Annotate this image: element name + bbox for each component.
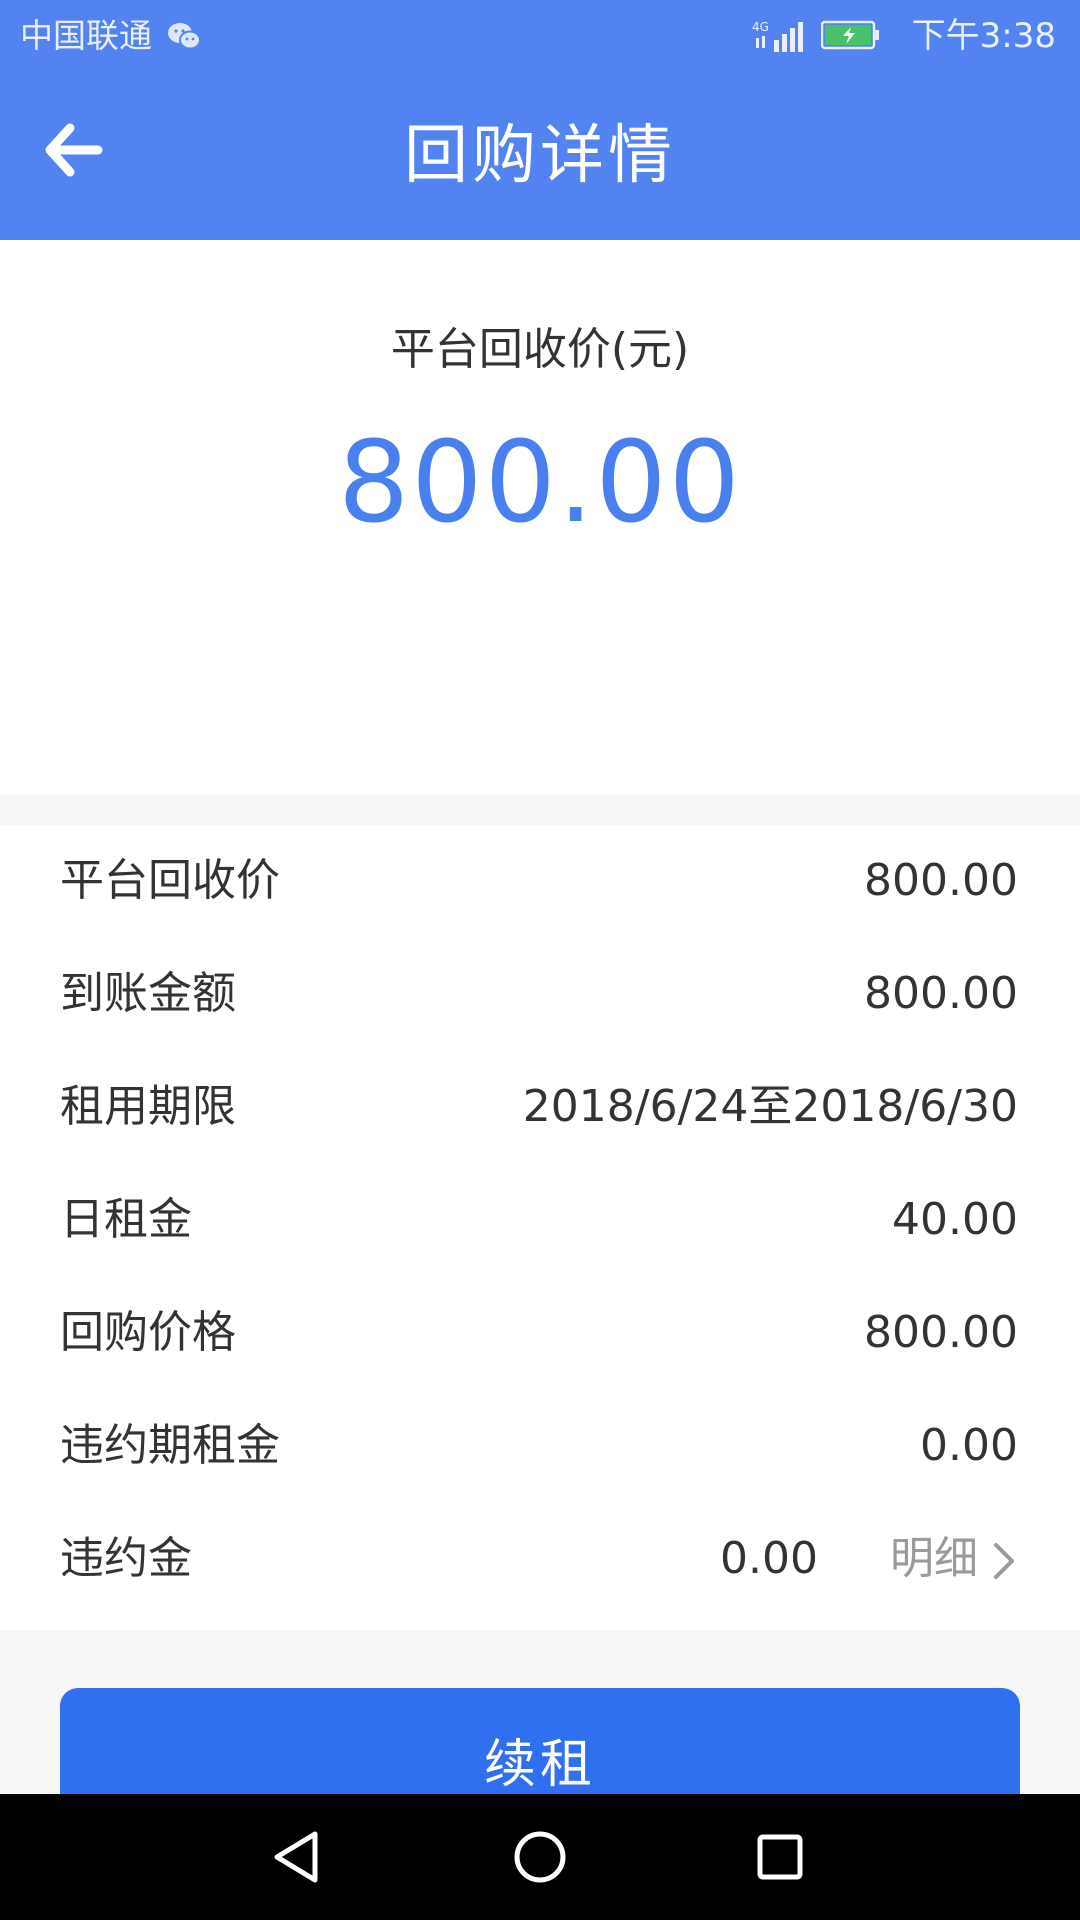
detail-row-overdue-rent: 违约期租金 0.00 (0, 1390, 1080, 1503)
square-recent-icon (757, 1834, 803, 1880)
detail-list: 平台回收价 800.00 到账金额 800.00 租用期限 2018/6/24至… (0, 825, 1080, 1630)
detail-link-label: 明细 (890, 1533, 978, 1584)
row-value: 40.00 (892, 1194, 1018, 1245)
row-value: 0.00 (720, 1533, 818, 1584)
circle-home-icon (514, 1831, 566, 1883)
penalty-detail-link[interactable]: 明细 (890, 1529, 1018, 1589)
row-value: 2018/6/24至2018/6/30 (522, 1081, 1018, 1132)
row-label: 租用期限 (60, 1081, 236, 1132)
hero-amount: 800.00 (338, 418, 742, 548)
nav-home-button[interactable] (505, 1824, 575, 1890)
wechat-notification-icon (166, 20, 202, 56)
nav-recent-apps-button[interactable] (745, 1824, 815, 1890)
chevron-right-icon (994, 1543, 1014, 1579)
title-bar: 回购详情 (0, 74, 1080, 240)
row-label: 平台回收价 (60, 855, 280, 906)
row-label: 回购价格 (60, 1307, 236, 1358)
row-value: 0.00 (920, 1420, 1018, 1471)
signal-4g-icon: 4G (752, 18, 806, 58)
row-label: 违约金 (60, 1533, 192, 1584)
triangle-back-icon (274, 1831, 318, 1883)
nav-back-button[interactable] (263, 1824, 333, 1890)
row-label: 日租金 (60, 1194, 192, 1245)
detail-row-received-amount: 到账金额 800.00 (0, 938, 1080, 1051)
system-navigation-bar (0, 1794, 1080, 1920)
status-time: 下午3:38 (911, 16, 1056, 56)
battery-charging-icon (820, 20, 881, 54)
renew-button-label: 续租 (483, 1735, 596, 1795)
hero-label: 平台回收价(元) (390, 324, 690, 375)
detail-row-buyback-price: 回购价格 800.00 (0, 1277, 1080, 1390)
detail-row-rental-period: 租用期限 2018/6/24至2018/6/30 (0, 1051, 1080, 1164)
row-value: 800.00 (864, 1307, 1018, 1358)
status-indicators: 4G 下午3:38 (752, 16, 1056, 56)
detail-row-daily-rent: 日租金 40.00 (0, 1164, 1080, 1277)
detail-row-platform-price: 平台回收价 800.00 (0, 825, 1080, 938)
network-type: 4G (752, 20, 769, 34)
price-summary-card: 平台回收价(元) 800.00 (0, 240, 1080, 795)
row-label: 到账金额 (60, 968, 236, 1019)
row-value: 800.00 (864, 855, 1018, 906)
row-value: 800.00 (864, 968, 1018, 1019)
status-bar: 中国联通 4G 下午3:38 (0, 0, 1080, 74)
page-title: 回购详情 (404, 119, 676, 193)
carrier-name: 中国联通 (20, 16, 152, 55)
detail-row-penalty: 违约金 0.00 明细 (0, 1503, 1080, 1616)
row-label: 违约期租金 (60, 1420, 280, 1471)
